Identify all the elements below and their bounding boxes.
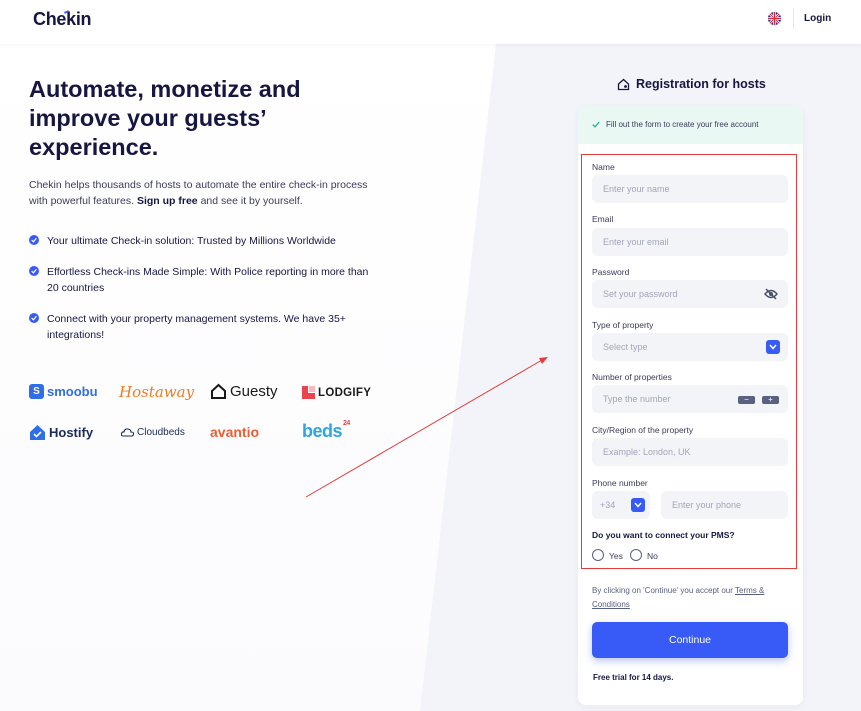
guesty-house-icon (211, 383, 226, 399)
lodgify-logo: LODGIFY (302, 386, 371, 399)
hostify-house-icon (30, 425, 45, 440)
city-label: City/Region of the property (592, 425, 694, 435)
property-count-input[interactable] (592, 385, 788, 413)
email-input[interactable] (592, 228, 788, 256)
cloudbeds-cloud-icon (121, 428, 134, 437)
feature-item: Your ultimate Check-in solution: Trusted… (29, 233, 379, 249)
login-link[interactable]: Login (804, 13, 831, 24)
name-label: Name (592, 162, 615, 172)
hostify-logo: Hostify (29, 424, 93, 441)
eye-off-icon[interactable] (764, 288, 778, 300)
avantio-logo: avantio (210, 424, 259, 440)
hero-text-end: and see it by yourself. (197, 195, 303, 207)
guesty-logo: Guesty (210, 383, 278, 400)
check-circle-icon (29, 235, 39, 245)
feature-text: Connect with your property management sy… (47, 313, 346, 341)
registration-title-text: Registration for hosts (636, 77, 766, 91)
free-trial-note: Free trial for 14 days. (593, 673, 674, 682)
smoobu-logo-text: smoobu (47, 384, 98, 399)
header-divider (793, 9, 794, 29)
beds24-logo-text: beds (302, 421, 343, 441)
sign-up-free-text: Sign up free (136, 195, 198, 207)
chevron-down-icon[interactable] (631, 498, 645, 512)
property-type-placeholder: Select type (603, 342, 648, 352)
uk-flag-icon[interactable] (768, 12, 781, 25)
cloudbeds-logo-text: Cloudbeds (137, 427, 185, 438)
feature-text: Your ultimate Check-in solution: Trusted… (47, 235, 336, 247)
property-count-label: Number of properties (592, 372, 672, 382)
lodgify-logo-text: LODGIFY (318, 386, 372, 399)
password-input[interactable] (592, 280, 788, 308)
phone-label: Phone number (592, 478, 648, 488)
feature-list: Your ultimate Check-in solution: Trusted… (29, 233, 379, 358)
terms-notice: By clicking on 'Continue' you accept our… (592, 584, 792, 612)
name-input[interactable] (592, 175, 788, 203)
smoobu-logo: S smoobu (29, 384, 98, 399)
phone-code-select[interactable]: +34 (592, 491, 650, 519)
notice-check-icon (592, 121, 600, 128)
chekin-logo[interactable]: Chekin (33, 9, 92, 30)
pms-question: Do you want to connect your PMS? (592, 530, 735, 540)
phone-code-value: +34 (600, 500, 616, 510)
hero-description: Chekin helps thousands of hosts to autom… (29, 177, 369, 209)
password-label: Password (592, 267, 630, 277)
hero-title: Automate, monetize and improve your gues… (29, 76, 301, 160)
free-account-notice: Fill out the form to create your free ac… (578, 106, 803, 144)
decrement-button[interactable]: − (738, 396, 755, 404)
hostaway-logo-text: Hostaway (119, 383, 195, 401)
pms-no-radio[interactable] (630, 549, 642, 561)
hostify-logo-text: Hostify (49, 425, 94, 440)
pms-no-label[interactable]: No (647, 551, 658, 561)
cloudbeds-logo: Cloudbeds (121, 427, 185, 438)
pms-yes-label[interactable]: Yes (609, 551, 623, 561)
host-house-icon (617, 78, 630, 90)
phone-input[interactable] (661, 491, 788, 519)
beds24-badge: 24 (343, 420, 350, 427)
property-type-select[interactable]: Select type (592, 333, 788, 361)
feature-item: Effortless Check-ins Made Simple: With P… (29, 264, 379, 296)
hostaway-logo: Hostaway (119, 383, 194, 401)
registration-title: Registration for hosts (617, 77, 766, 91)
check-circle-icon (29, 266, 39, 276)
email-label: Email (592, 214, 614, 224)
feature-text: Effortless Check-ins Made Simple: With P… (47, 266, 369, 294)
property-type-label: Type of property (592, 320, 654, 330)
top-bar: Chekin Login (0, 0, 861, 44)
chevron-down-icon[interactable] (766, 340, 780, 354)
city-input[interactable] (592, 438, 788, 466)
guesty-logo-text: Guesty (230, 383, 278, 400)
pms-yes-radio[interactable] (592, 549, 604, 561)
check-circle-icon (29, 313, 39, 323)
lodgify-mark-icon (302, 386, 315, 399)
beds24-logo: beds 24 (302, 420, 352, 442)
notice-text: Fill out the form to create your free ac… (606, 120, 759, 129)
increment-button[interactable]: + (762, 396, 779, 404)
smoobu-mark-icon: S (29, 384, 44, 399)
feature-item: Connect with your property management sy… (29, 311, 379, 343)
continue-button[interactable]: Continue (592, 622, 788, 658)
terms-prefix: By clicking on 'Continue' you accept our (592, 586, 735, 595)
avantio-logo-text: avantio (210, 424, 260, 440)
